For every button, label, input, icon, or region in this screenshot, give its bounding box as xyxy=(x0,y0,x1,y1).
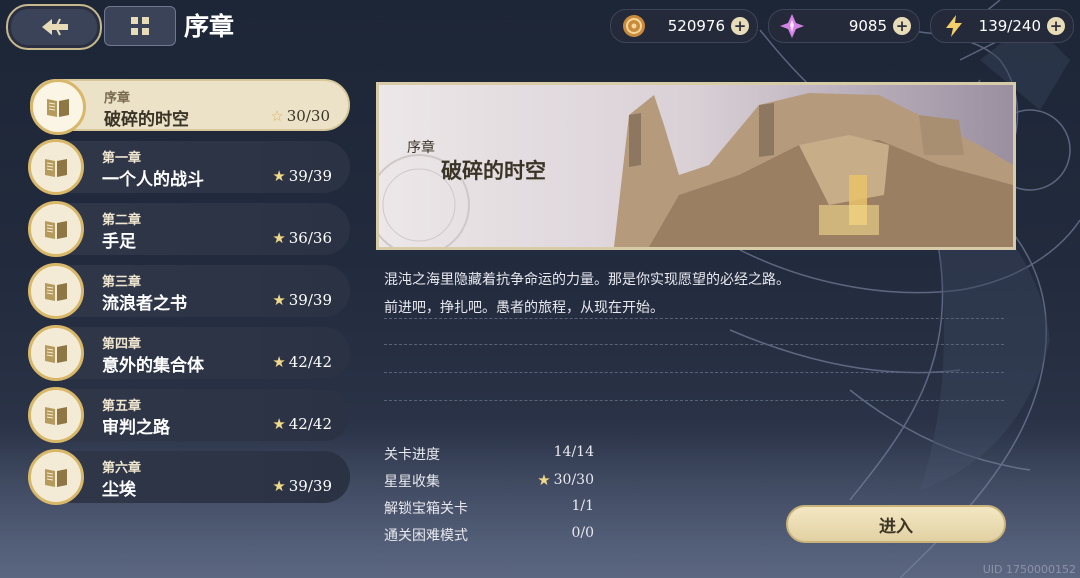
chapter-description: 混沌之海里隐藏着抗争命运的力量。那是你实现愿望的必经之路。 前进吧，挣扎吧。愚者… xyxy=(384,266,1008,322)
chapter-star-count: 42/42 xyxy=(288,415,332,433)
book-icon xyxy=(28,263,84,319)
menu-button[interactable] xyxy=(104,6,176,46)
chapter-name: 尘埃 xyxy=(102,480,136,500)
crystal-icon xyxy=(779,13,805,39)
chapter-stars: ★ 39/39 xyxy=(272,477,332,495)
chapter-star-count: 39/39 xyxy=(288,477,332,495)
stat-label: 通关困难模式 xyxy=(384,528,468,544)
chapter-banner: 序章 破碎的时空 xyxy=(376,82,1016,250)
star-icon: ★ xyxy=(272,229,286,247)
stat-value: 0/0 xyxy=(571,525,594,541)
energy-icon xyxy=(941,13,967,39)
book-icon xyxy=(30,79,86,135)
back-arrow-icon xyxy=(42,18,68,36)
chapter-subtitle: 序章 xyxy=(104,91,131,106)
chapter-stars: ☆ 30/30 xyxy=(270,107,330,125)
uid-label: UID 1750000152 xyxy=(982,563,1076,576)
chapter-star-count: 36/36 xyxy=(288,229,332,247)
grid-menu-icon xyxy=(131,17,149,35)
chapter-subtitle: 第二章 xyxy=(102,213,142,228)
chapter-stars: ★ 36/36 xyxy=(272,229,332,247)
chapter-item[interactable]: 第三章流浪者之书 ★ 39/39 xyxy=(28,263,350,319)
divider-line xyxy=(384,400,1004,401)
chapter-name: 一个人的战斗 xyxy=(102,170,204,190)
chapter-stars: ★ 42/42 xyxy=(272,353,332,371)
chapter-star-count: 42/42 xyxy=(288,353,332,371)
chapter-star-count: 30/30 xyxy=(286,107,330,125)
crystal-value: 9085 xyxy=(848,17,887,35)
coin-icon xyxy=(621,13,647,39)
chapter-name: 手足 xyxy=(102,232,136,252)
enter-button[interactable]: 进入 xyxy=(786,505,1006,543)
chapter-stars: ★ 39/39 xyxy=(272,167,332,185)
star-icon: ★ xyxy=(272,167,286,185)
chapter-subtitle: 第一章 xyxy=(102,151,142,166)
chapter-subtitle: 第六章 xyxy=(102,461,142,476)
stat-label: 星星收集 xyxy=(384,474,440,490)
chapter-item[interactable]: 第二章手足 ★ 36/36 xyxy=(28,201,350,257)
chapter-stars: ★ 39/39 xyxy=(272,291,332,309)
energy-value: 139/240 xyxy=(978,17,1041,35)
book-icon xyxy=(28,139,84,195)
chapter-item[interactable]: 第四章意外的集合体 ★ 42/42 xyxy=(28,325,350,381)
book-icon xyxy=(28,449,84,505)
add-energy-button[interactable]: + xyxy=(1047,17,1065,35)
add-coin-button[interactable]: + xyxy=(731,17,749,35)
back-button[interactable] xyxy=(6,4,102,50)
star-icon: ☆ xyxy=(270,107,284,125)
book-icon xyxy=(28,325,84,381)
chapter-subtitle: 第三章 xyxy=(102,275,142,290)
divider-line xyxy=(384,318,1004,319)
coin-value: 520976 xyxy=(667,17,725,35)
page-title: 序章 xyxy=(184,12,235,41)
star-icon: ★ xyxy=(272,353,286,371)
chapter-name: 流浪者之书 xyxy=(102,294,187,314)
stat-label: 关卡进度 xyxy=(384,447,440,463)
star-icon: ★ xyxy=(272,477,286,495)
banner-subtitle: 序章 xyxy=(407,140,435,156)
chapter-name: 意外的集合体 xyxy=(102,356,204,376)
star-icon: ★ xyxy=(272,291,286,309)
crystal-resource: 9085 + xyxy=(768,9,920,43)
stat-label: 解锁宝箱关卡 xyxy=(384,501,468,517)
divider-line xyxy=(384,344,1004,345)
book-icon xyxy=(28,201,84,257)
chapter-item[interactable]: 第一章一个人的战斗 ★ 39/39 xyxy=(28,139,350,195)
stat-value: 14/14 xyxy=(553,444,594,460)
chapter-item[interactable]: 序章破碎的时空 ☆ 30/30 xyxy=(30,79,350,135)
energy-resource: 139/240 + xyxy=(930,9,1074,43)
chapter-stars: ★ 42/42 xyxy=(272,415,332,433)
chapter-name: 审判之路 xyxy=(102,418,170,438)
stat-value: 30/30 xyxy=(553,472,594,488)
description-line-1: 混沌之海里隐藏着抗争命运的力量。那是你实现愿望的必经之路。 xyxy=(384,272,790,288)
chapter-subtitle: 第四章 xyxy=(102,337,142,352)
book-icon xyxy=(28,387,84,443)
add-crystal-button[interactable]: + xyxy=(893,17,911,35)
chapter-subtitle: 第五章 xyxy=(102,399,142,414)
chapter-item[interactable]: 第五章审判之路 ★ 42/42 xyxy=(28,387,350,443)
star-icon: ★ xyxy=(272,415,286,433)
chapter-star-count: 39/39 xyxy=(288,167,332,185)
banner-title: 破碎的时空 xyxy=(441,158,546,183)
stat-value: 1/1 xyxy=(571,498,594,514)
coin-resource: 520976 + xyxy=(610,9,758,43)
chapter-item[interactable]: 第六章尘埃 ★ 39/39 xyxy=(28,449,350,505)
divider-line xyxy=(384,372,1004,373)
chapter-name: 破碎的时空 xyxy=(104,110,189,130)
star-icon: ★ xyxy=(537,471,551,489)
chapter-star-count: 39/39 xyxy=(288,291,332,309)
